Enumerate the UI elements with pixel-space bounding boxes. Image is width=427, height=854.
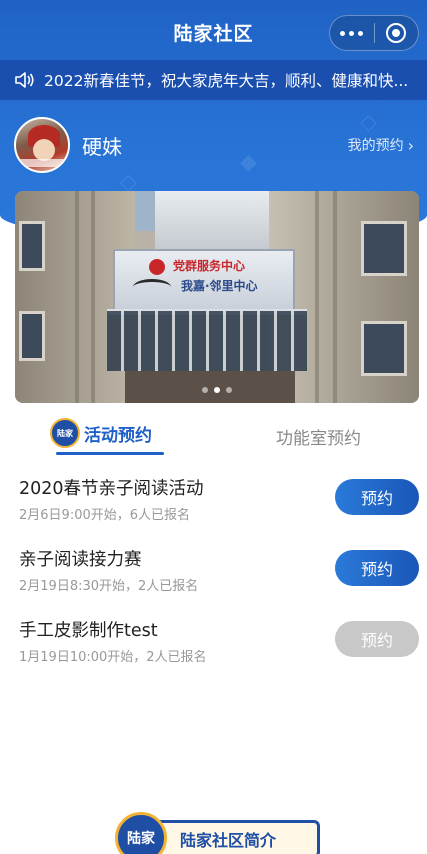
activity-item: 手工皮影制作test 1月19日10:00开始，2人已报名 预约	[19, 617, 419, 673]
party-emblem-icon	[149, 259, 165, 275]
activity-meta: 2月19日8:30开始，2人已报名	[19, 579, 199, 594]
book-button[interactable]: 预约	[335, 479, 419, 515]
pager-dot[interactable]	[202, 387, 208, 393]
tab-room-booking[interactable]: 功能室预约	[276, 424, 361, 449]
activity-meta: 1月19日10:00开始，2人已报名	[19, 650, 207, 665]
activity-name: 2020春节亲子阅读活动	[19, 479, 204, 499]
community-intro-card[interactable]: 陆家社区简介 陆家	[115, 812, 320, 854]
activity-name: 亲子阅读接力赛	[19, 550, 142, 570]
notice-bar[interactable]: 2022新春佳节，祝大家虎年大吉，顺利、健康和快...	[0, 60, 427, 100]
pager-dot[interactable]	[226, 387, 232, 393]
more-button[interactable]	[330, 16, 374, 50]
more-dots-icon	[340, 30, 364, 36]
mini-program-capsule	[329, 15, 419, 51]
pager-dot-active[interactable]	[214, 387, 220, 393]
top-navigation-bar: 陆家社区	[0, 0, 427, 64]
notice-text: 2022新春佳节，祝大家虎年大吉，顺利、健康和快...	[44, 72, 409, 90]
building-sign: 党群服务中心 我嘉·邻里中心	[113, 249, 295, 311]
tab-activity-label: 活动预约	[84, 425, 152, 446]
avatar[interactable]	[14, 117, 70, 173]
intro-box: 陆家社区简介	[155, 820, 320, 854]
activity-item: 亲子阅读接力赛 2月19日8:30开始，2人已报名 预约	[19, 546, 419, 602]
close-button[interactable]	[375, 16, 419, 50]
booking-tabs: 陆家 活动预约 功能室预约	[0, 418, 427, 458]
tab-activity-booking[interactable]: 陆家 活动预约	[50, 418, 152, 448]
banner-carousel[interactable]: 党群服务中心 我嘉·邻里中心	[15, 191, 419, 403]
chevron-right-icon: ›	[407, 135, 414, 155]
user-row: 硬妹 我的预约 ›	[14, 116, 414, 174]
book-button[interactable]: 预约	[335, 550, 419, 586]
activity-item: 2020春节亲子阅读活动 2月6日9:00开始，6人已报名 预约	[19, 475, 419, 531]
tab-underline	[56, 452, 164, 455]
carousel-pager	[15, 387, 419, 393]
page-title: 陆家社区	[173, 22, 254, 45]
speaker-icon	[15, 72, 34, 88]
book-button-disabled: 预约	[335, 621, 419, 657]
user-name: 硬妹	[82, 134, 122, 159]
my-booking-label: 我的预约	[347, 138, 404, 154]
target-icon	[386, 23, 407, 43]
sign-line-1: 党群服务中心	[173, 259, 246, 273]
intro-badge-icon: 陆家	[115, 812, 167, 854]
activity-meta: 2月6日9:00开始，6人已报名	[19, 508, 191, 523]
intro-label: 陆家社区简介	[180, 831, 277, 850]
tab-badge-icon: 陆家	[50, 418, 80, 448]
activity-name: 手工皮影制作test	[19, 621, 158, 641]
my-booking-link[interactable]: 我的预约 ›	[348, 135, 414, 155]
sign-line-2: 我嘉·邻里中心	[181, 279, 258, 293]
